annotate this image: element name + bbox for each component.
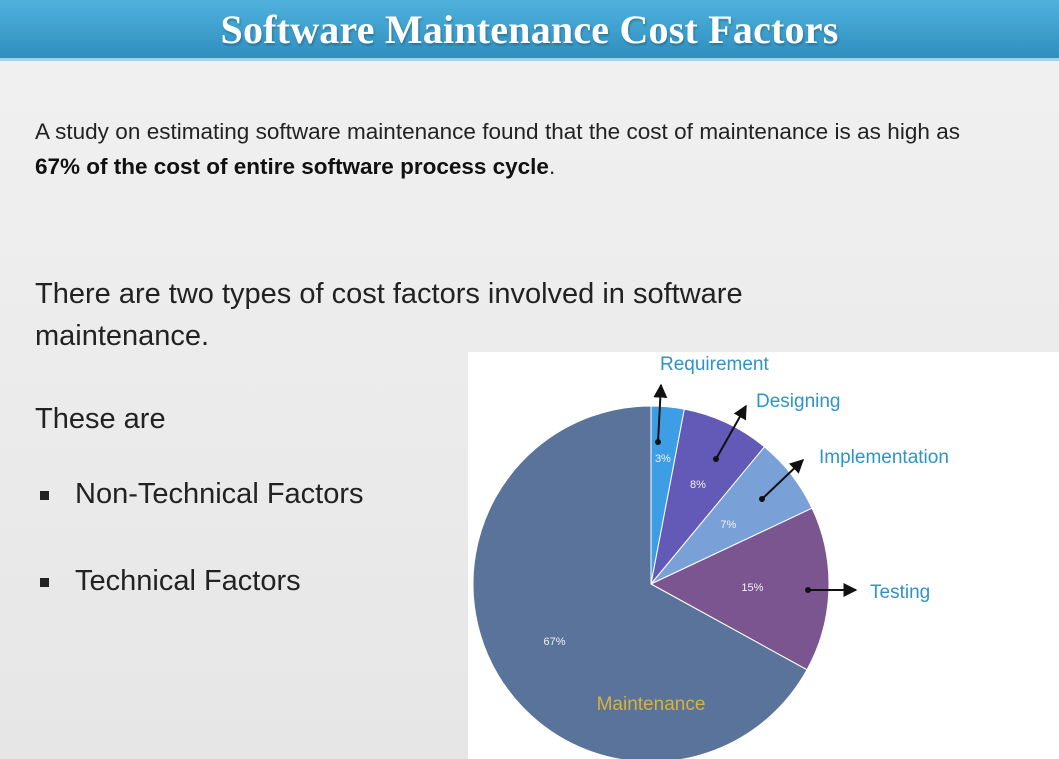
bullet-label: Non-Technical Factors (75, 478, 364, 510)
slide-title: Software Maintenance Cost Factors (220, 6, 839, 52)
these-are-text: These are (35, 403, 166, 435)
bullet-label: Technical Factors (75, 565, 301, 597)
paragraph-end: . (548, 154, 556, 179)
paragraph-text: A study on estimating software maintenan… (35, 119, 960, 144)
callout-dot-implementation (759, 496, 765, 502)
study-paragraph: A study on estimating software maintenan… (35, 114, 960, 184)
value-label-implementation: 7% (720, 519, 736, 531)
chart-panel: 3% 8% 7% 15% 67% Requirement Designing Implemen… (468, 352, 1059, 759)
category-label-implementation: Implementation (819, 447, 949, 468)
callout-dot-testing (805, 587, 811, 593)
callout-dot-requirement (655, 439, 661, 445)
value-label-maintenance: 67% (543, 636, 565, 648)
paragraph-bold-text: 67% of the cost of entire software proce… (35, 154, 549, 179)
square-bullet-icon (40, 578, 49, 587)
category-label-testing: Testing (870, 582, 930, 603)
category-label-maintenance: Maintenance (597, 694, 706, 715)
category-label-designing: Designing (756, 391, 841, 412)
category-label-requirement: Requirement (660, 354, 769, 375)
value-label-designing: 8% (690, 479, 706, 491)
value-label-testing: 15% (741, 582, 763, 594)
square-bullet-icon (40, 491, 49, 500)
pie-chart: 3% 8% 7% 15% 67% Requirement Designing Implemen… (472, 354, 949, 759)
callout-dot-designing (713, 456, 719, 462)
lead-text: There are two types of cost factors invo… (35, 278, 743, 352)
title-bar: Software Maintenance Cost Factors (0, 0, 1059, 61)
value-label-requirement: 3% (655, 453, 671, 465)
